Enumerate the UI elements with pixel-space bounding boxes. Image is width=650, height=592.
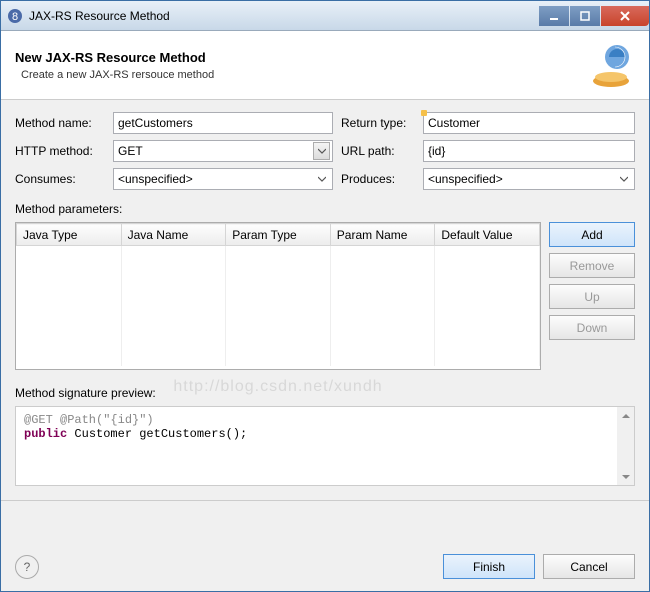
preview-scrollbar[interactable] [617, 407, 634, 485]
col-java-name[interactable]: Java Name [121, 224, 226, 246]
method-name-label: Method name: [15, 116, 107, 130]
col-default-value[interactable]: Default Value [435, 224, 540, 246]
chevron-down-icon [313, 142, 330, 160]
url-path-label: URL path: [341, 144, 417, 158]
table-row[interactable] [17, 246, 540, 270]
app-icon: 8 [7, 8, 23, 24]
maximize-button[interactable] [570, 6, 600, 26]
consumes-label: Consumes: [15, 172, 107, 186]
col-java-type[interactable]: Java Type [17, 224, 122, 246]
table-row[interactable] [17, 342, 540, 366]
up-button[interactable]: Up [549, 284, 635, 309]
consumes-select[interactable]: <unspecified> [113, 168, 333, 190]
url-path-input[interactable] [423, 140, 635, 162]
scroll-up-icon[interactable] [617, 407, 634, 424]
wizard-icon [587, 41, 635, 89]
col-param-type[interactable]: Param Type [226, 224, 331, 246]
finish-button[interactable]: Finish [443, 554, 535, 579]
method-name-input[interactable] [113, 112, 333, 134]
cancel-button[interactable]: Cancel [543, 554, 635, 579]
col-param-name[interactable]: Param Name [330, 224, 435, 246]
http-method-label: HTTP method: [15, 144, 107, 158]
return-type-input[interactable] [423, 112, 635, 134]
chevron-down-icon [313, 170, 330, 188]
content-assist-indicator-icon [421, 110, 427, 116]
table-row[interactable] [17, 318, 540, 342]
dialog-footer: ? Finish Cancel [1, 544, 649, 591]
table-row[interactable] [17, 270, 540, 294]
title-bar[interactable]: 8 JAX-RS Resource Method [1, 1, 649, 31]
signature-preview-text: @GET @Path("{id}") public Customer getCu… [16, 407, 617, 485]
close-button[interactable] [601, 6, 649, 26]
produces-select[interactable]: <unspecified> [423, 168, 635, 190]
return-type-label: Return type: [341, 116, 417, 130]
remove-button[interactable]: Remove [549, 253, 635, 278]
signature-preview-label: Method signature preview: [15, 386, 635, 400]
help-button[interactable]: ? [15, 555, 39, 579]
dialog-subtitle: Create a new JAX-RS rersouce method [21, 69, 587, 81]
dialog-title: New JAX-RS Resource Method [15, 50, 587, 65]
down-button[interactable]: Down [549, 315, 635, 340]
produces-label: Produces: [341, 172, 417, 186]
table-row[interactable] [17, 294, 540, 318]
consumes-value: <unspecified> [118, 172, 193, 186]
method-parameters-label: Method parameters: [15, 202, 635, 216]
divider [1, 500, 649, 501]
svg-text:8: 8 [12, 11, 18, 23]
dialog-window: 8 JAX-RS Resource Method New JAX-RS Reso… [0, 0, 650, 592]
chevron-down-icon [615, 170, 632, 188]
signature-preview: @GET @Path("{id}") public Customer getCu… [15, 406, 635, 486]
parameters-table[interactable]: http://blog.csdn.net/xundh Java Type Jav… [15, 222, 541, 370]
produces-value: <unspecified> [428, 172, 503, 186]
add-button[interactable]: Add [549, 222, 635, 247]
http-method-select[interactable]: GET [113, 140, 333, 162]
dialog-header: New JAX-RS Resource Method Create a new … [1, 31, 649, 100]
http-method-value: GET [118, 144, 143, 158]
minimize-button[interactable] [539, 6, 569, 26]
window-title: JAX-RS Resource Method [29, 9, 538, 23]
scroll-down-icon[interactable] [617, 468, 634, 485]
